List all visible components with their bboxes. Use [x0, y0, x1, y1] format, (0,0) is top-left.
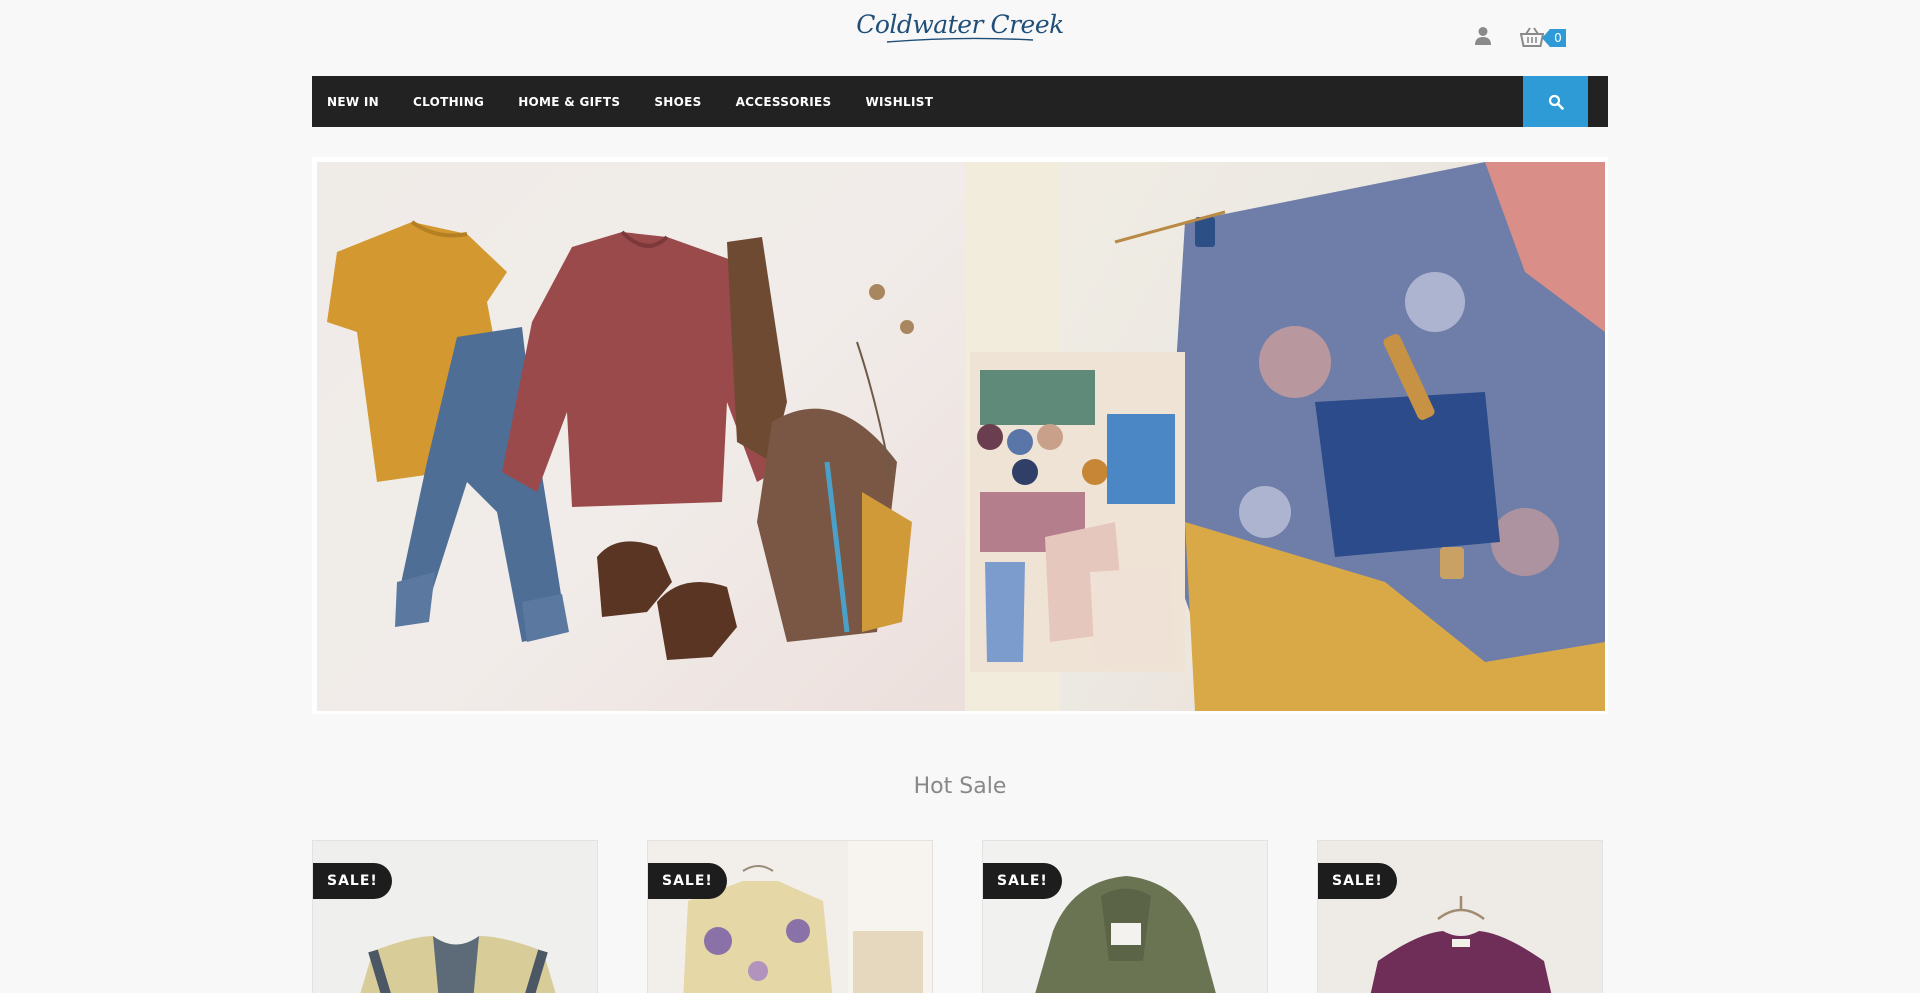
search-button[interactable] — [1523, 76, 1588, 127]
product-card[interactable]: SALE! — [1317, 840, 1603, 993]
hero-right-panel — [965, 162, 1605, 711]
logo-swoosh-icon — [886, 37, 1034, 43]
basket-icon — [1520, 27, 1544, 47]
product-card[interactable]: SALE! — [647, 840, 933, 993]
hero-left-panel — [317, 162, 965, 711]
sale-badge: SALE! — [313, 863, 392, 899]
product-card[interactable]: SALE! — [982, 840, 1268, 993]
fabric-moodboard-illustration — [965, 162, 1605, 711]
nav-item-new-in[interactable]: NEW IN — [327, 95, 379, 109]
search-icon — [1548, 94, 1564, 110]
product-card[interactable]: SALE! — [312, 840, 598, 993]
section-title-hot-sale: Hot Sale — [913, 774, 1007, 799]
site-logo[interactable]: Coldwater Creek — [856, 10, 1064, 50]
nav-item-accessories[interactable]: ACCESSORIES — [736, 95, 832, 109]
sale-badge: SALE! — [983, 863, 1062, 899]
main-nav: NEW IN CLOTHING HOME & GIFTS SHOES ACCES… — [312, 76, 1608, 127]
apparel-flatlay-illustration — [327, 220, 914, 660]
nav-item-shoes[interactable]: SHOES — [654, 95, 701, 109]
hero-banner[interactable] — [312, 157, 1608, 714]
cart-count-badge: 0 — [1542, 29, 1566, 47]
nav-item-wishlist[interactable]: WISHLIST — [865, 95, 933, 109]
sale-badge: SALE! — [648, 863, 727, 899]
cart-button[interactable]: 0 — [1520, 24, 1576, 50]
nav-item-clothing[interactable]: CLOTHING — [413, 95, 484, 109]
sale-badge: SALE! — [1318, 863, 1397, 899]
nav-item-home-gifts[interactable]: HOME & GIFTS — [518, 95, 620, 109]
hero-banner-image — [317, 162, 1605, 711]
site-header: Coldwater Creek 0 — [0, 0, 1920, 76]
user-icon[interactable] — [1474, 26, 1492, 46]
